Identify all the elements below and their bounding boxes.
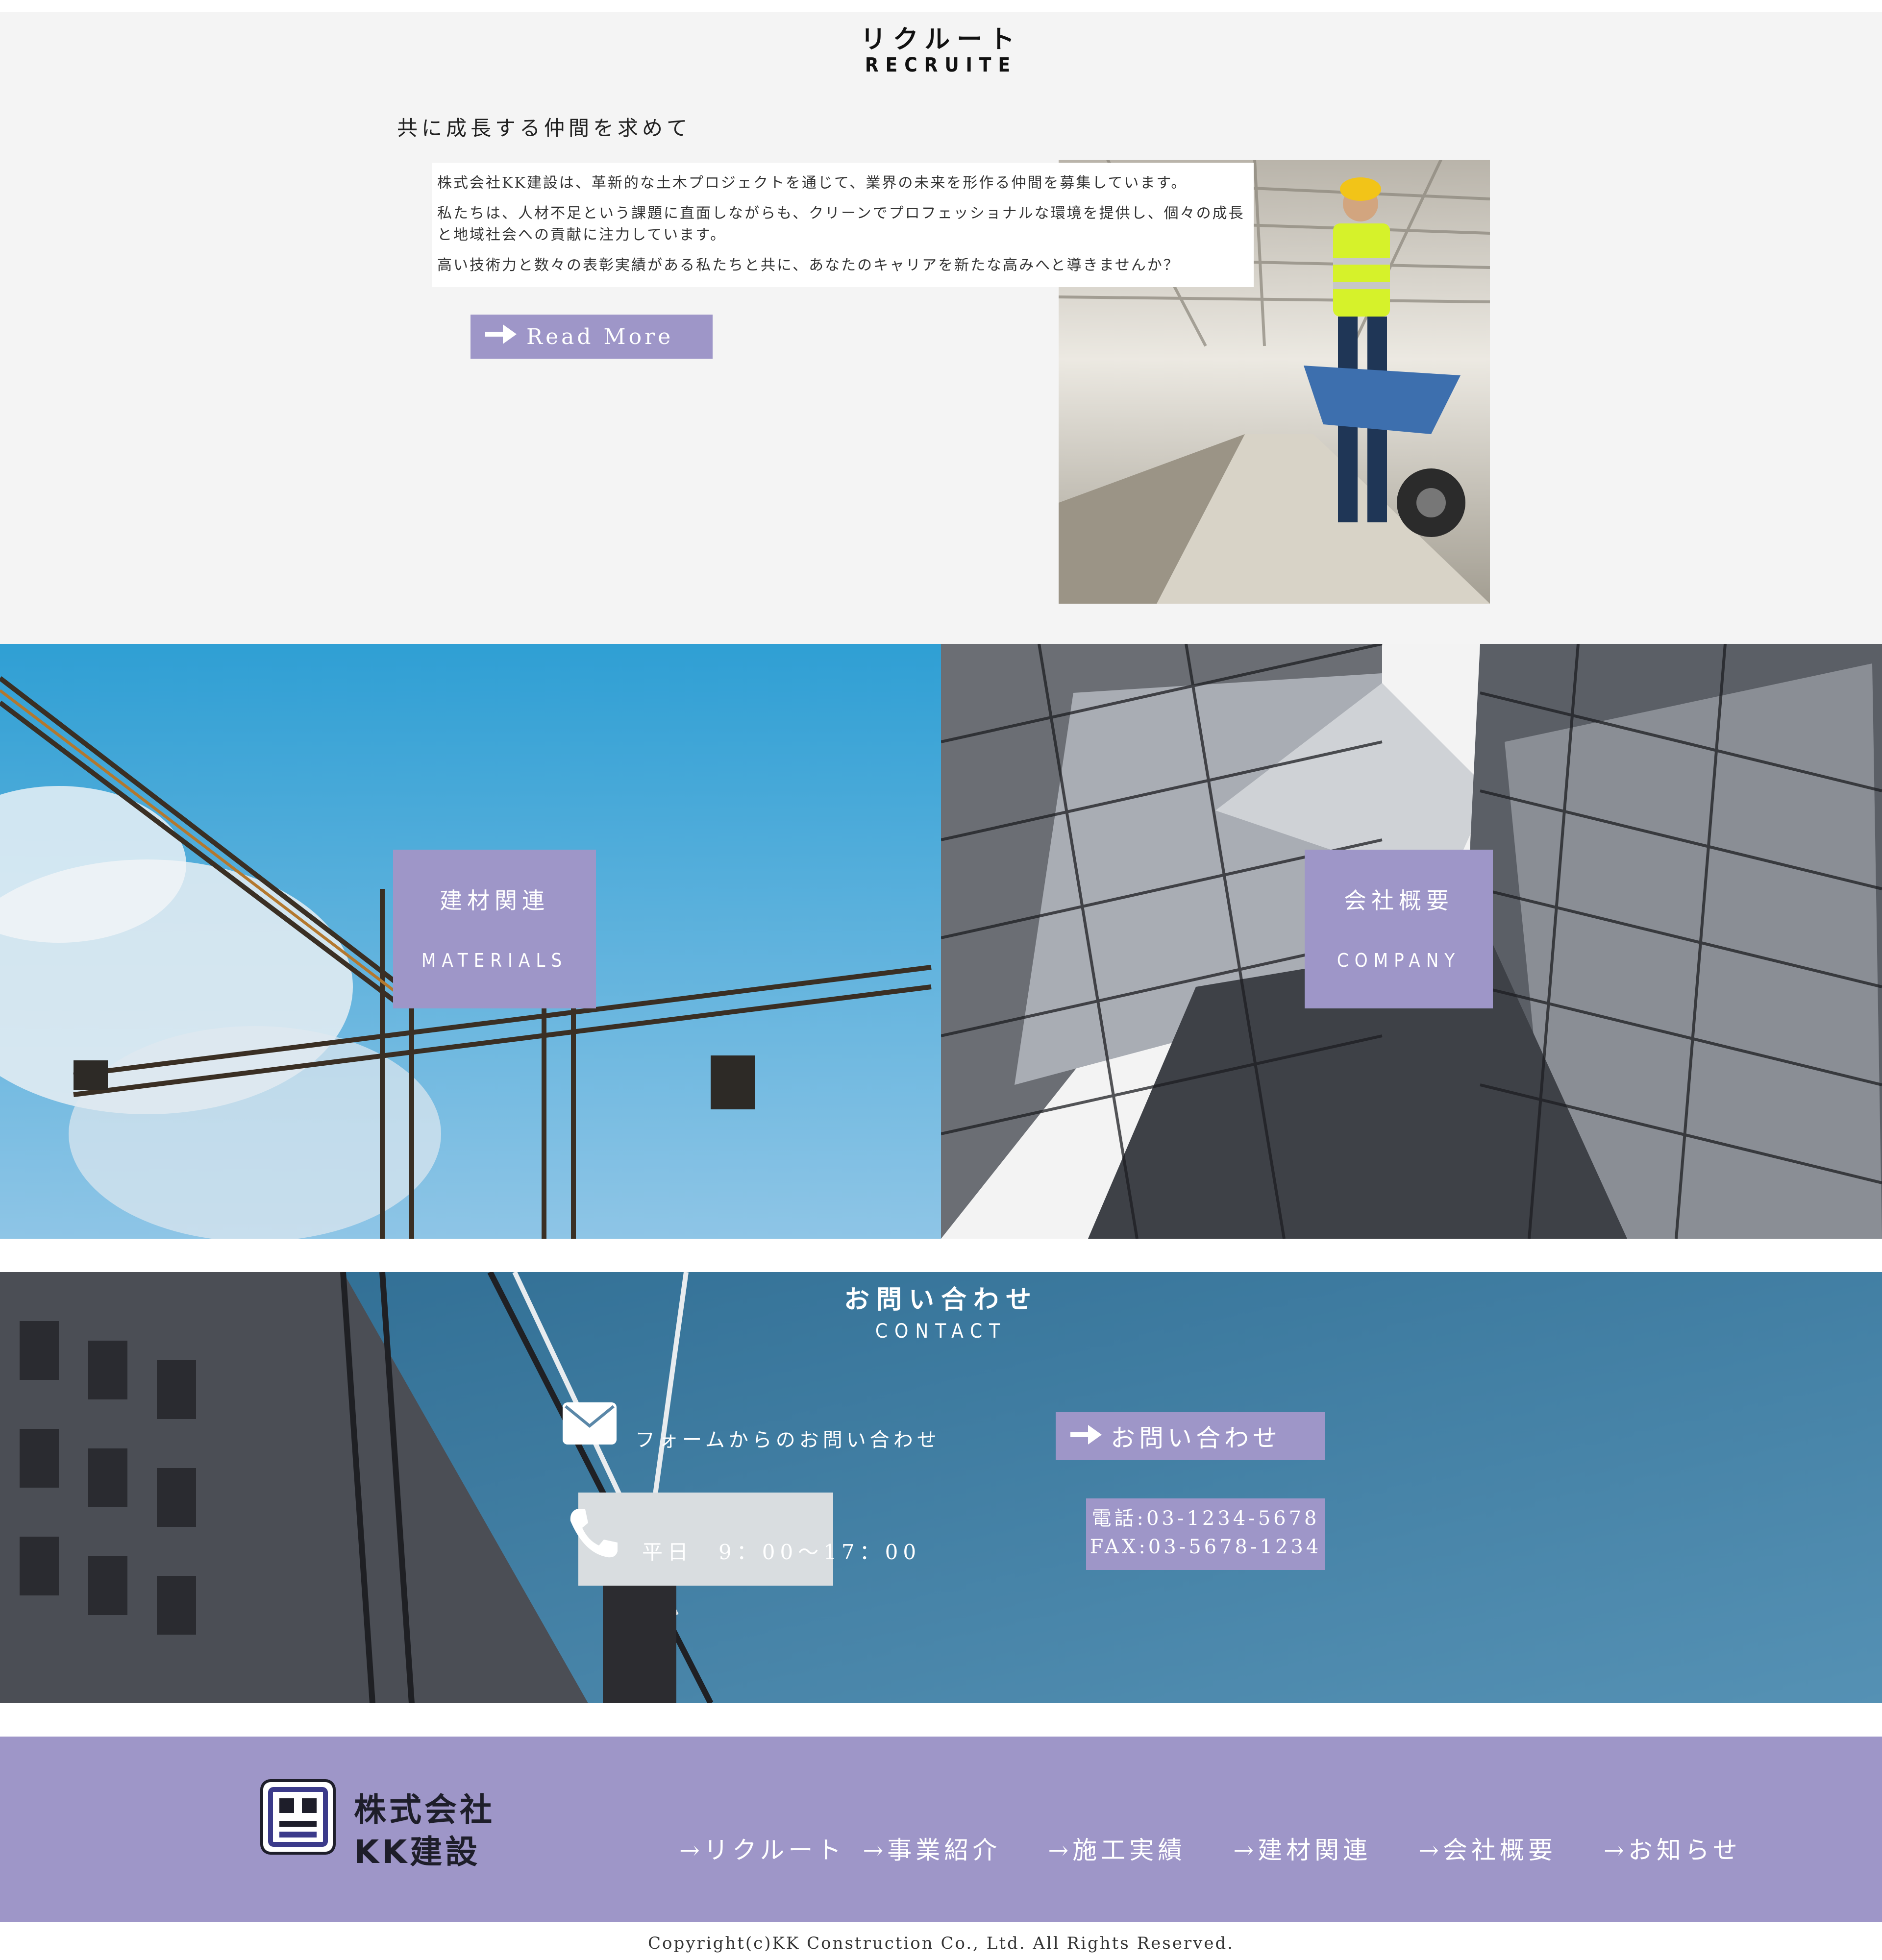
footer-nav-materials[interactable]: →建材関連	[1233, 1831, 1371, 1866]
recruit-section	[0, 12, 1882, 644]
materials-tile[interactable]: 建材関連 MATERIALS	[0, 644, 941, 1239]
read-more-label: Read More	[526, 324, 674, 349]
contact-title: お問い合わせ	[843, 1285, 1038, 1315]
footer-nav-works[interactable]: →施工実績	[1048, 1831, 1186, 1866]
contact-subtitle: CONTACT	[875, 1320, 1007, 1343]
materials-label-box[interactable]: 建材関連 MATERIALS	[393, 850, 596, 1008]
company-logo-icon[interactable]	[260, 1779, 336, 1855]
company-name-line1: 株式会社	[354, 1791, 495, 1829]
materials-subtitle: MATERIALS	[421, 950, 568, 971]
recruit-paragraph: 高い技術力と数々の表彰実績がある私たちと共に、あなたのキャリアを新たな高みへと導…	[437, 257, 1180, 274]
recruit-lead: 共に成長する仲間を求めて	[397, 116, 692, 140]
footer-nav-business[interactable]: →事業紹介	[863, 1831, 1001, 1866]
phone-icon	[567, 1506, 620, 1560]
business-hours: 平日 9：00～17：00	[642, 1540, 921, 1564]
company-subtitle: COMPANY	[1337, 950, 1461, 971]
form-contact-label: フォームからのお問い合わせ	[635, 1429, 941, 1451]
company-tile[interactable]: 会社概要 COMPANY	[941, 644, 1882, 1239]
read-more-button[interactable]: Read More	[470, 315, 713, 359]
footer-nav-news[interactable]: →お知らせ	[1604, 1831, 1741, 1866]
company-label-box[interactable]: 会社概要 COMPANY	[1305, 850, 1493, 1008]
contact-button-label: お問い合わせ	[1111, 1424, 1281, 1452]
contact-button[interactable]: お問い合わせ	[1056, 1412, 1325, 1460]
phone-fax-box: 電話:03-1234-5678 FAX:03-5678-1234	[1086, 1498, 1325, 1570]
footer-nav-recruit[interactable]: →リクルート	[679, 1831, 845, 1866]
company-name-line2: KK建設	[354, 1833, 481, 1871]
mail-icon	[563, 1402, 617, 1445]
arrow-right-icon	[485, 324, 517, 349]
recruit-title: リクルート	[860, 24, 1022, 54]
footer-nav: →リクルート →事業紹介 →施工実績 →建材関連 →会社概要 →お知らせ	[679, 1831, 1741, 1866]
footer-nav-company[interactable]: →会社概要	[1418, 1831, 1557, 1866]
fax-number: FAX:03-5678-1234	[1090, 1536, 1322, 1558]
recruit-paragraph: 株式会社KK建設は、革新的な土木プロジェクトを通じて、業界の未来を形作る仲間を募…	[437, 174, 1188, 192]
copyright: Copyright(c)KK Construction Co., Ltd. Al…	[647, 1934, 1235, 1953]
arrow-right-icon	[1070, 1422, 1102, 1450]
phone-number: 電話:03-1234-5678	[1091, 1507, 1320, 1530]
recruit-paragraph: 私たちは、人材不足という課題に直面しながらも、クリーンでプロフェッショナルな環境…	[437, 205, 1245, 244]
recruit-subtitle: RECRUITE	[865, 54, 1017, 76]
materials-title: 建材関連	[440, 887, 549, 914]
company-title: 会社概要	[1344, 887, 1454, 914]
recruit-description: 株式会社KK建設は、革新的な土木プロジェクトを通じて、業界の未来を形作る仲間を募…	[432, 163, 1254, 287]
